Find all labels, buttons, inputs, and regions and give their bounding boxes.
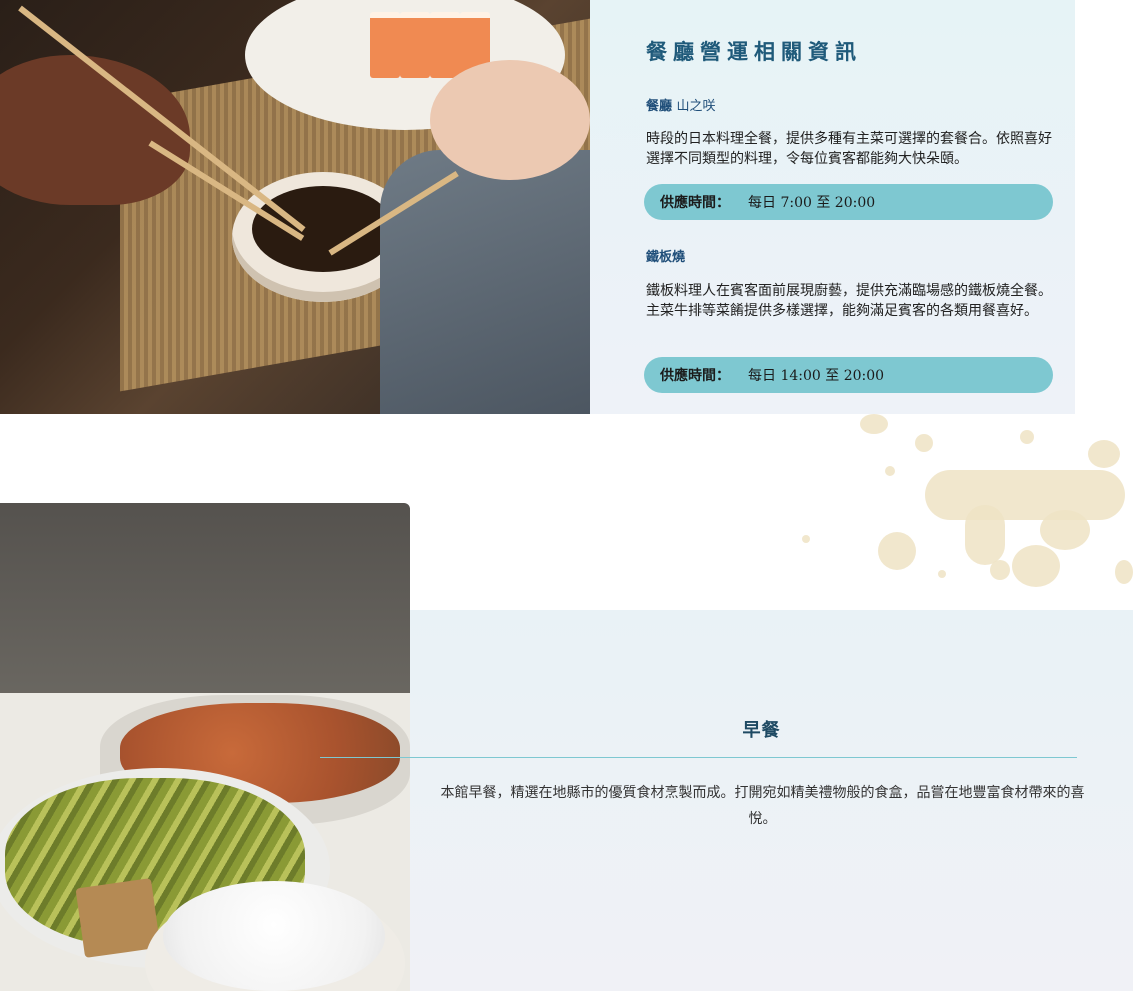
right-hand (430, 60, 590, 180)
breakfast-title: 早餐 (742, 720, 781, 741)
hours-label: 供應時間： (660, 195, 730, 211)
sushi-piece (370, 12, 400, 78)
hours-badge: 供應時間： 每日 7:00 至 20:00 (644, 184, 1053, 220)
venue-type: 鐵板燒 (646, 250, 686, 265)
restaurant-info-panel: 餐廳營運相關資訊 餐廳 山之咲 時段的日本料理全餐，提供多種有主菜可選擇的套餐合… (590, 0, 1075, 414)
venue-type: 餐廳 (646, 99, 673, 114)
section-title: 餐廳營運相關資訊 (646, 39, 862, 64)
hours-value: 每日 7:00 至 20:00 (748, 195, 876, 211)
breakfast-photo (0, 503, 410, 991)
sushi-piece (400, 12, 430, 78)
venue-name-teppanyaki: 鐵板燒 (646, 246, 685, 265)
diner-sleeve (380, 150, 590, 414)
sushi-dining-photo (0, 0, 590, 414)
venue-description: 鐵板料理人在賓客面前展現廚藝，提供充滿臨場感的鐵板燒全餐。主菜牛排等菜餚提供多樣… (646, 283, 1052, 319)
venue-name-restaurant: 餐廳 山之咲 (646, 95, 716, 114)
steamed-rice (163, 881, 385, 991)
venue-subname: 山之咲 (676, 99, 716, 114)
divider-line (320, 757, 1077, 758)
hours-badge: 供應時間： 每日 14:00 至 20:00 (644, 357, 1053, 393)
venue-description: 時段的日本料理全餐，提供多種有主菜可選擇的套餐合。依照喜好選擇不同類型的料理，令… (646, 131, 1052, 167)
hours-label: 供應時間： (660, 368, 730, 384)
sushi-piece (430, 12, 460, 78)
left-hand (0, 55, 190, 205)
hours-value: 每日 14:00 至 20:00 (748, 368, 885, 384)
breakfast-description: 本館早餐，精選在地縣市的優質食材烹製而成。打開宛如精美禮物般的食盒，品嘗在地豐富… (440, 785, 1085, 827)
